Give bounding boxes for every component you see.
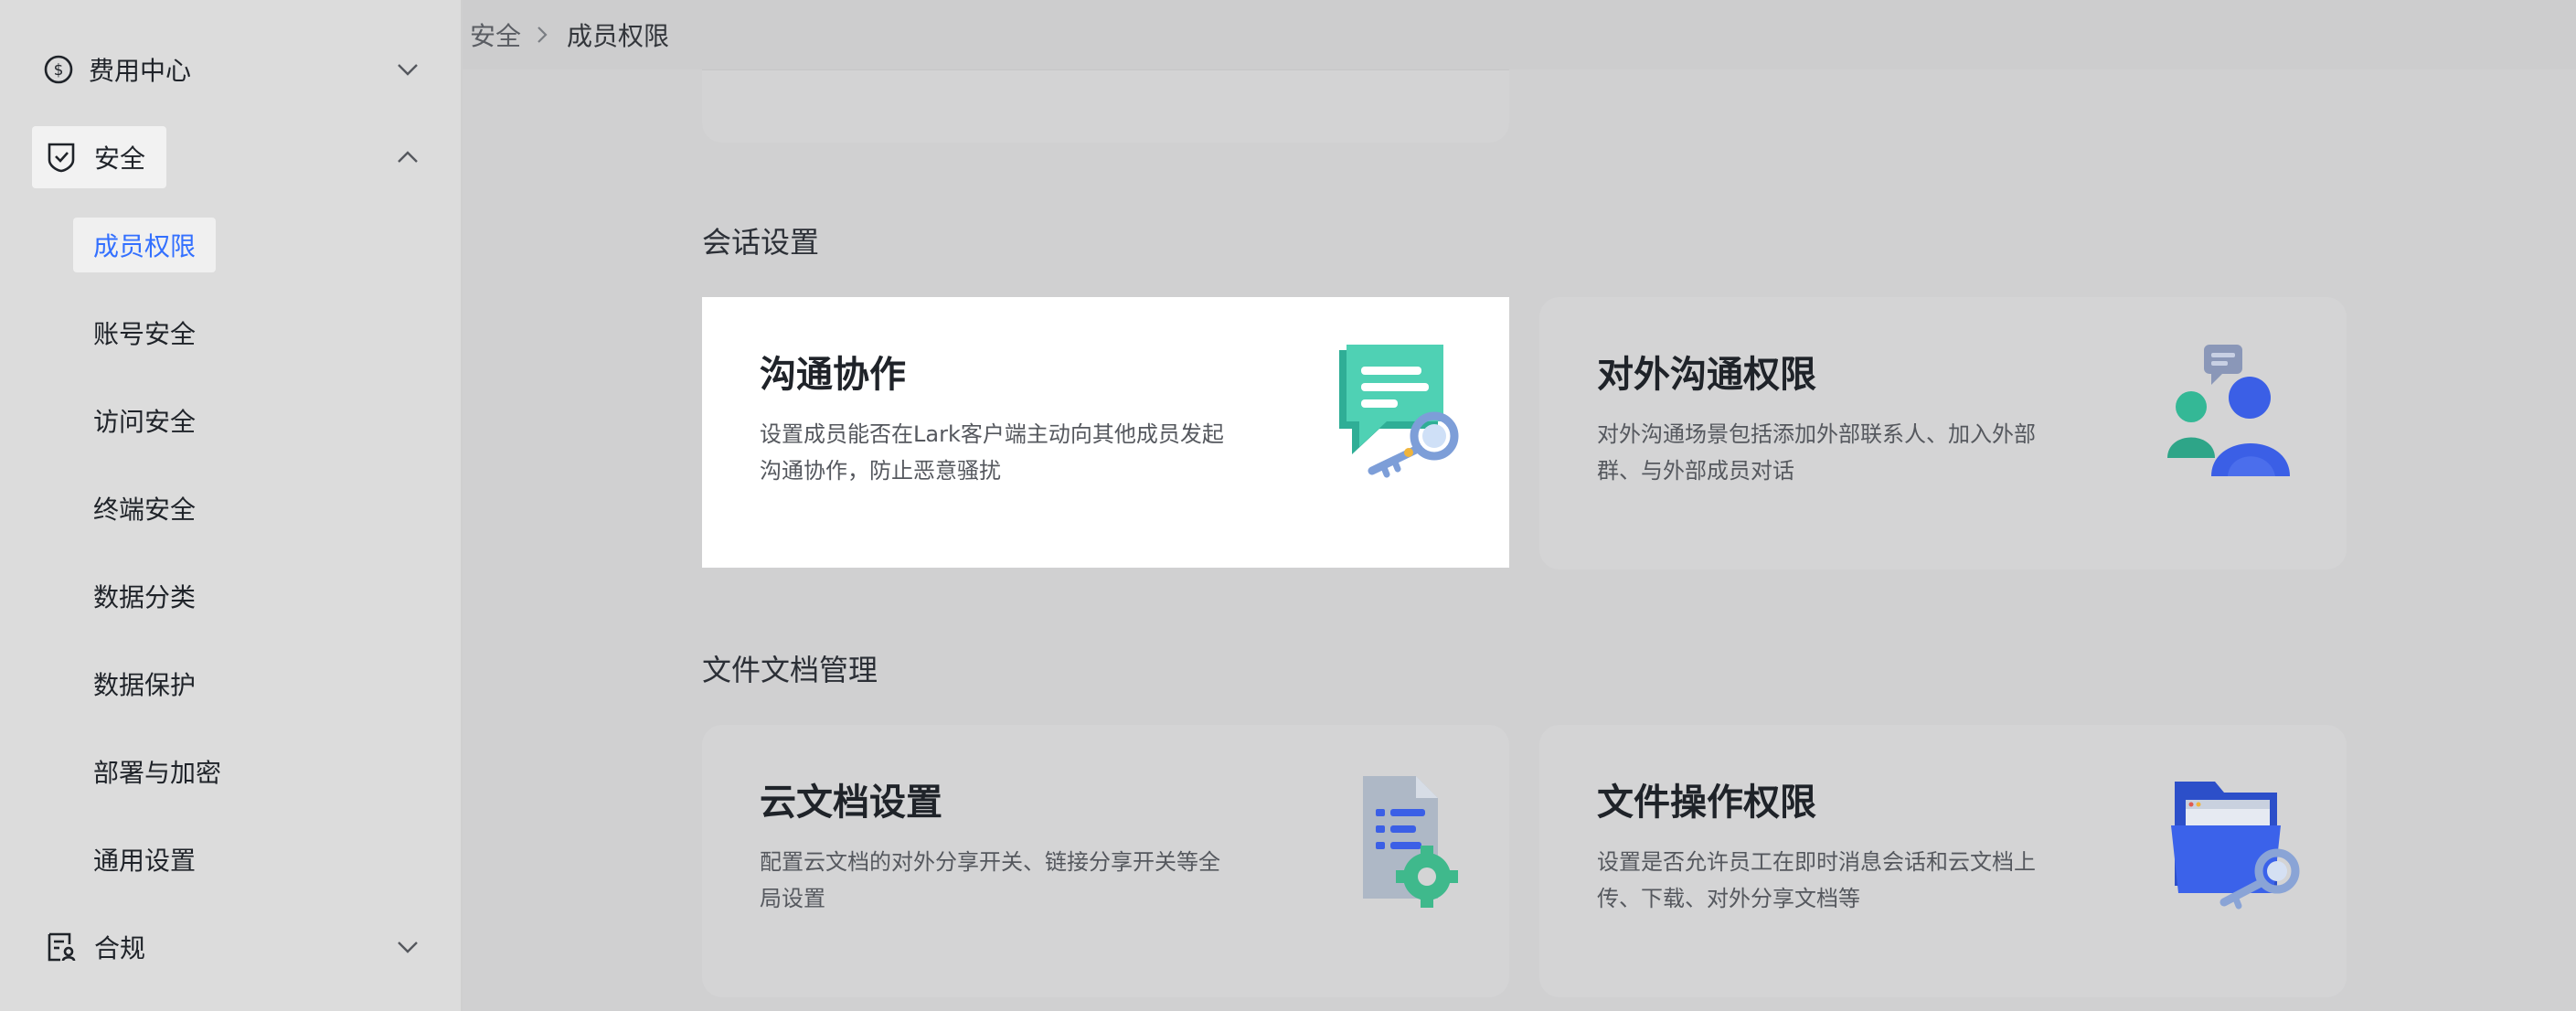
sidebar-item-account-security[interactable]: 账号安全: [73, 305, 216, 360]
sidebar-item-deployment-encryption[interactable]: 部署与加密: [73, 744, 241, 799]
sidebar-item-member-permissions[interactable]: 成员权限: [73, 218, 217, 272]
section-title-files: 文件文档管理: [702, 653, 878, 687]
external-users-icon: [2164, 341, 2310, 487]
card-communication[interactable]: 沟通协作 设置成员能否在Lark客户端主动向其他成员发起沟通协作，防止恶意骚扰: [702, 297, 1509, 568]
chevron-up-icon[interactable]: [391, 141, 424, 174]
sidebar-item-general-settings[interactable]: 通用设置: [73, 832, 216, 887]
card-description: 对外沟通场景包括添加外部联系人、加入外部群、与外部成员对话: [1597, 421, 2036, 484]
card-title: 云文档设置: [760, 782, 942, 824]
card-file-operation-permissions[interactable]: 文件操作权限 设置是否允许员工在即时消息会话和云文档上传、下载、对外分享文档等: [1539, 725, 2347, 997]
breadcrumb-parent[interactable]: 安全: [470, 16, 521, 53]
card-description: 配置云文档的对外分享开关、链接分享开关等全局设置: [760, 849, 1220, 911]
sidebar: $ 费用中心 安全 成员权限 账号安全 访问安全 终端安全 数据分类 数据保护 …: [0, 0, 463, 1011]
breadcrumb: 安全 成员权限: [463, 0, 2576, 69]
card-title: 沟通协作: [760, 354, 906, 396]
sidebar-group-compliance[interactable]: 合规: [32, 916, 169, 978]
svg-text:$: $: [54, 61, 64, 80]
card-external-communication[interactable]: 对外沟通权限 对外沟通场景包括添加外部联系人、加入外部群、与外部成员对话: [1539, 297, 2347, 569]
section-title-session: 会话设置: [702, 225, 820, 260]
card-title: 对外沟通权限: [1597, 354, 1816, 396]
sidebar-group-security[interactable]: 安全: [32, 126, 166, 188]
sidebar-item-data-protection[interactable]: 数据保护: [73, 656, 216, 711]
sidebar-group-billing[interactable]: $ 费用中心: [32, 38, 191, 101]
dollar-icon: $: [43, 51, 74, 88]
doc-gear-icon: [1326, 769, 1473, 915]
card-cloud-doc-settings[interactable]: 云文档设置 配置云文档的对外分享开关、链接分享开关等全局设置: [702, 725, 1509, 997]
breadcrumb-current: 成员权限: [567, 21, 670, 51]
chevron-down-icon[interactable]: [391, 931, 424, 963]
previous-card[interactable]: [702, 69, 1509, 143]
chat-key-icon: [1326, 341, 1473, 487]
sidebar-group-label: 合规: [94, 933, 146, 963]
shield-icon: [43, 139, 80, 176]
compliance-icon: [43, 929, 80, 965]
sidebar-item-access-security[interactable]: 访问安全: [73, 393, 216, 448]
card-description: 设置成员能否在Lark客户端主动向其他成员发起沟通协作，防止恶意骚扰: [760, 421, 1224, 484]
card-description: 设置是否允许员工在即时消息会话和云文档上传、下载、对外分享文档等: [1597, 849, 2036, 911]
sidebar-item-endpoint-security[interactable]: 终端安全: [73, 481, 216, 536]
chevron-down-icon[interactable]: [391, 53, 424, 86]
chevron-right-icon: [536, 27, 552, 43]
sidebar-group-label: 费用中心: [89, 56, 192, 86]
sidebar-group-label: 安全: [94, 144, 146, 174]
folder-key-icon: [2164, 769, 2310, 915]
sidebar-item-data-classification[interactable]: 数据分类: [73, 569, 216, 623]
card-title: 文件操作权限: [1597, 782, 1816, 824]
